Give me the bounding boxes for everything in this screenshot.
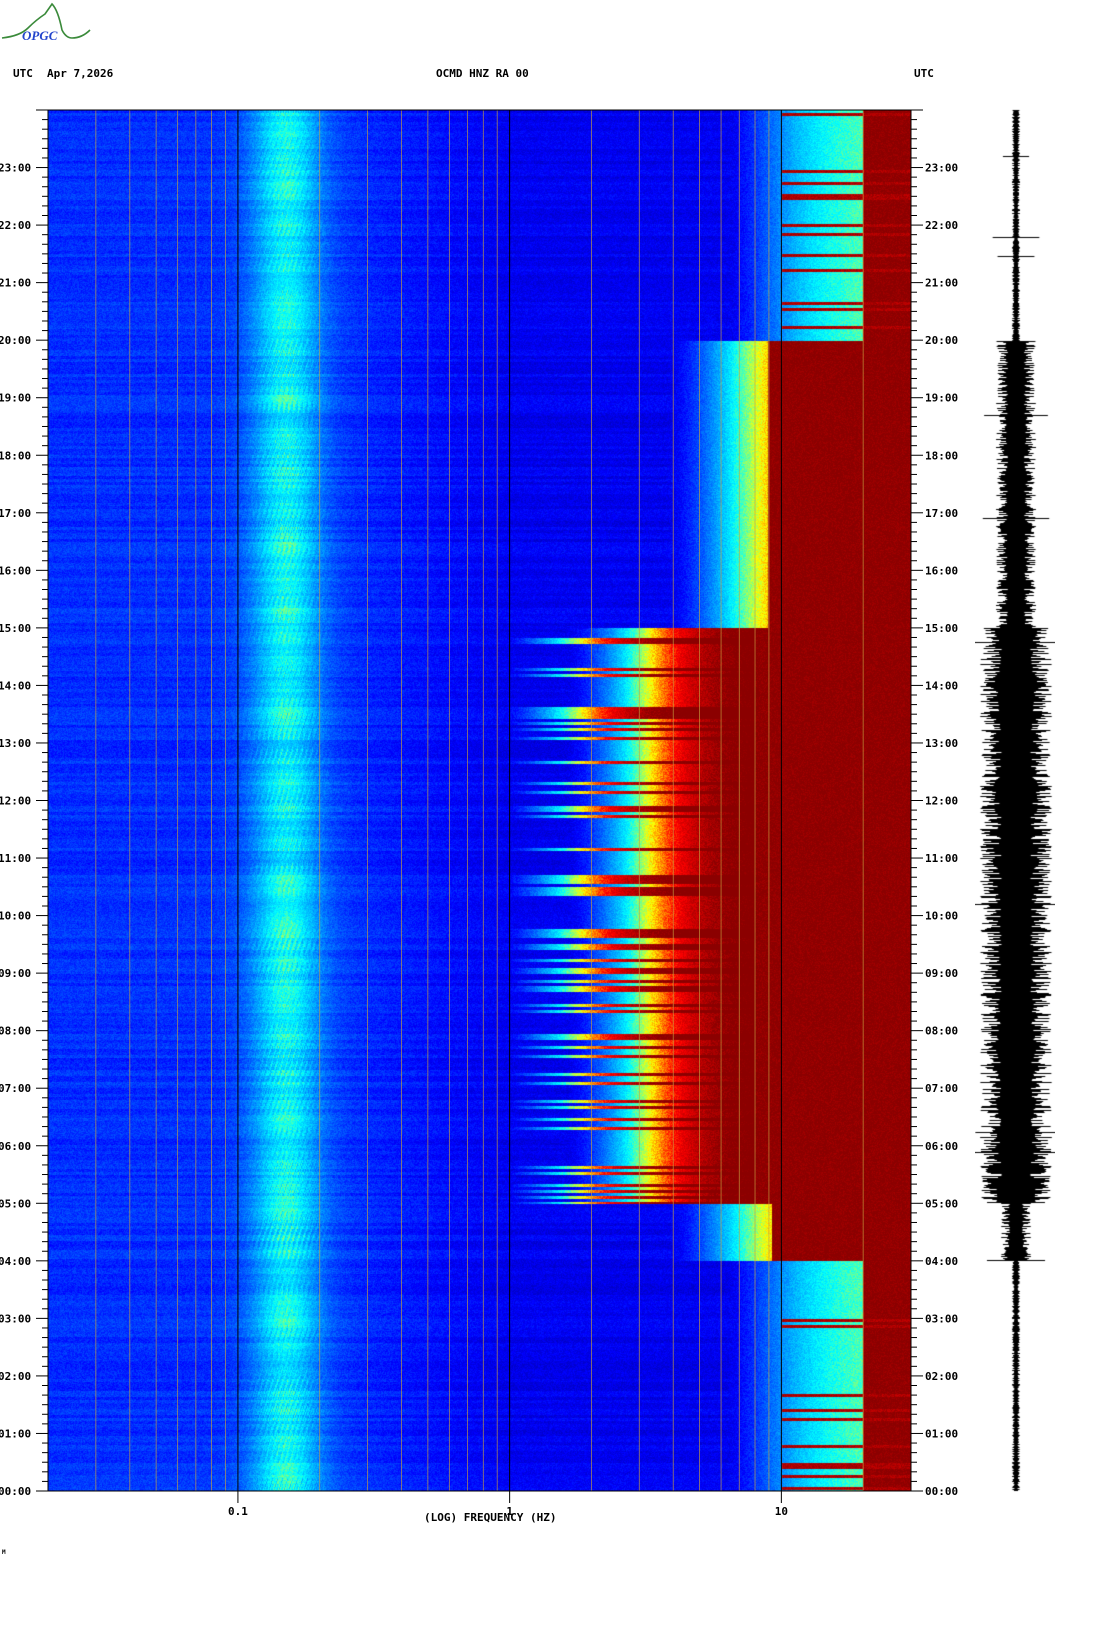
y-tick-label-left: 10:00: [0, 910, 31, 923]
footer-mark: M: [2, 1549, 6, 1556]
y-tick-label-left: 16:00: [0, 564, 31, 577]
y-tick-label-left: 02:00: [0, 1370, 31, 1383]
y-tick-label-right: 06:00: [925, 1140, 958, 1153]
y-tick-label-right: 14:00: [925, 679, 958, 692]
y-tick-label-right: 13:00: [925, 737, 958, 750]
x-tick-label: 10: [775, 1505, 788, 1518]
y-tick-label-left: 18:00: [0, 449, 31, 462]
y-tick-label-left: 05:00: [0, 1197, 31, 1210]
y-tick-label-left: 11:00: [0, 852, 31, 865]
y-tick-label-right: 16:00: [925, 564, 958, 577]
y-tick-label-right: 11:00: [925, 852, 958, 865]
x-tick-label: 0.1: [228, 1505, 248, 1518]
y-tick-label-left: 20:00: [0, 334, 31, 347]
y-tick-label-left: 17:00: [0, 507, 31, 520]
y-tick-label-left: 13:00: [0, 737, 31, 750]
y-tick-label-right: 12:00: [925, 795, 958, 808]
y-tick-label-left: 19:00: [0, 392, 31, 405]
y-tick-label-right: 09:00: [925, 967, 958, 980]
y-tick-label-left: 07:00: [0, 1082, 31, 1095]
y-tick-label-right: 21:00: [925, 277, 958, 290]
y-tick-label-right: 04:00: [925, 1255, 958, 1268]
spectrogram-page: OPGC UTC Apr 7,2026 OCMD HNZ RA 00 UTC 0…: [0, 0, 1102, 1634]
y-tick-label-right: 07:00: [925, 1082, 958, 1095]
y-tick-label-left: 04:00: [0, 1255, 31, 1268]
y-tick-label-right: 10:00: [925, 910, 958, 923]
y-tick-label-left: 14:00: [0, 679, 31, 692]
y-tick-label-left: 22:00: [0, 219, 31, 232]
y-tick-label-right: 22:00: [925, 219, 958, 232]
y-tick-label-left: 12:00: [0, 795, 31, 808]
y-tick-label-left: 00:00: [0, 1485, 31, 1498]
chart-axes: 0.1 1 1000:00 00:0001:00 01:0002:00 02:0003:0…: [0, 109, 958, 1518]
y-tick-label-right: 02:00: [925, 1370, 958, 1383]
y-tick-label-right: 20:00: [925, 334, 958, 347]
y-tick-label-left: 21:00: [0, 277, 31, 290]
y-tick-label-right: 05:00: [925, 1197, 958, 1210]
y-tick-label-right: 17:00: [925, 507, 958, 520]
y-tick-label-right: 01:00: [925, 1427, 958, 1440]
y-tick-label-right: 23:00: [925, 162, 958, 175]
y-tick-label-right: 08:00: [925, 1025, 958, 1038]
y-tick-label-left: 09:00: [0, 967, 31, 980]
y-tick-label-left: 01:00: [0, 1427, 31, 1440]
y-tick-label-left: 03:00: [0, 1312, 31, 1325]
y-tick-label-left: 23:00: [0, 162, 31, 175]
y-tick-label-left: 08:00: [0, 1025, 31, 1038]
y-tick-label-right: 00:00: [925, 1485, 958, 1498]
y-tick-label-right: 15:00: [925, 622, 958, 635]
y-tick-label-right: 19:00: [925, 392, 958, 405]
y-tick-label-right: 18:00: [925, 449, 958, 462]
y-tick-label-right: 03:00: [925, 1312, 958, 1325]
y-tick-label-left: 15:00: [0, 622, 31, 635]
x-axis-label: (LOG) FREQUENCY (HZ): [424, 1511, 557, 1524]
y-tick-label-left: 06:00: [0, 1140, 31, 1153]
